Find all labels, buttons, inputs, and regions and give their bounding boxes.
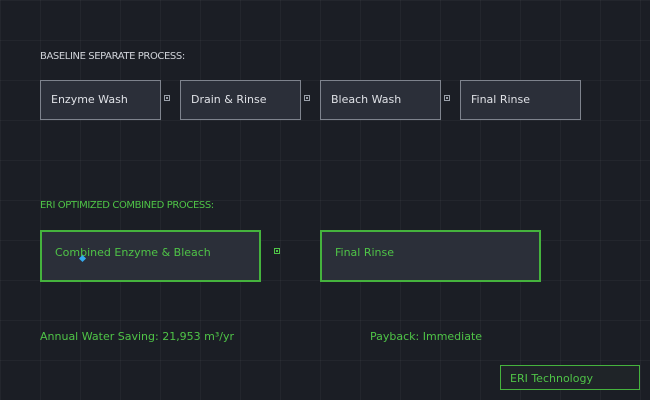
step-label: Enzyme Wash: [51, 93, 128, 106]
baseline-step-drain-rinse: Drain & Rinse: [180, 80, 301, 120]
step-label: Final Rinse: [335, 246, 395, 259]
baseline-step-final-rinse: Final Rinse: [460, 80, 581, 120]
arrow-icon: [164, 95, 170, 101]
eri-technology-badge: ERI Technology: [500, 365, 640, 390]
baseline-section-label: BASELINE SEPARATE PROCESS:: [40, 51, 185, 62]
optimized-section-label: ERI OPTIMIZED COMBINED PROCESS:: [40, 200, 214, 211]
arrow-icon: [274, 248, 280, 254]
optimized-step-combined: Combined Enzyme & Bleach: [40, 230, 261, 282]
step-label: Drain & Rinse: [191, 93, 267, 106]
step-label: Final Rinse: [471, 93, 531, 106]
baseline-step-enzyme-wash: Enzyme Wash: [40, 80, 161, 120]
payback-text: Payback: Immediate: [370, 330, 483, 343]
baseline-step-bleach-wash: Bleach Wash: [320, 80, 441, 120]
annual-water-saving: Annual Water Saving: 21,953 m³/yr: [40, 330, 235, 343]
step-label: Bleach Wash: [331, 93, 402, 106]
optimized-step-final-rinse: Final Rinse: [320, 230, 541, 282]
arrow-icon: [304, 95, 310, 101]
step-label: Combined Enzyme & Bleach: [55, 246, 211, 259]
arrow-icon: [444, 95, 450, 101]
badge-label: ERI Technology: [510, 372, 593, 385]
